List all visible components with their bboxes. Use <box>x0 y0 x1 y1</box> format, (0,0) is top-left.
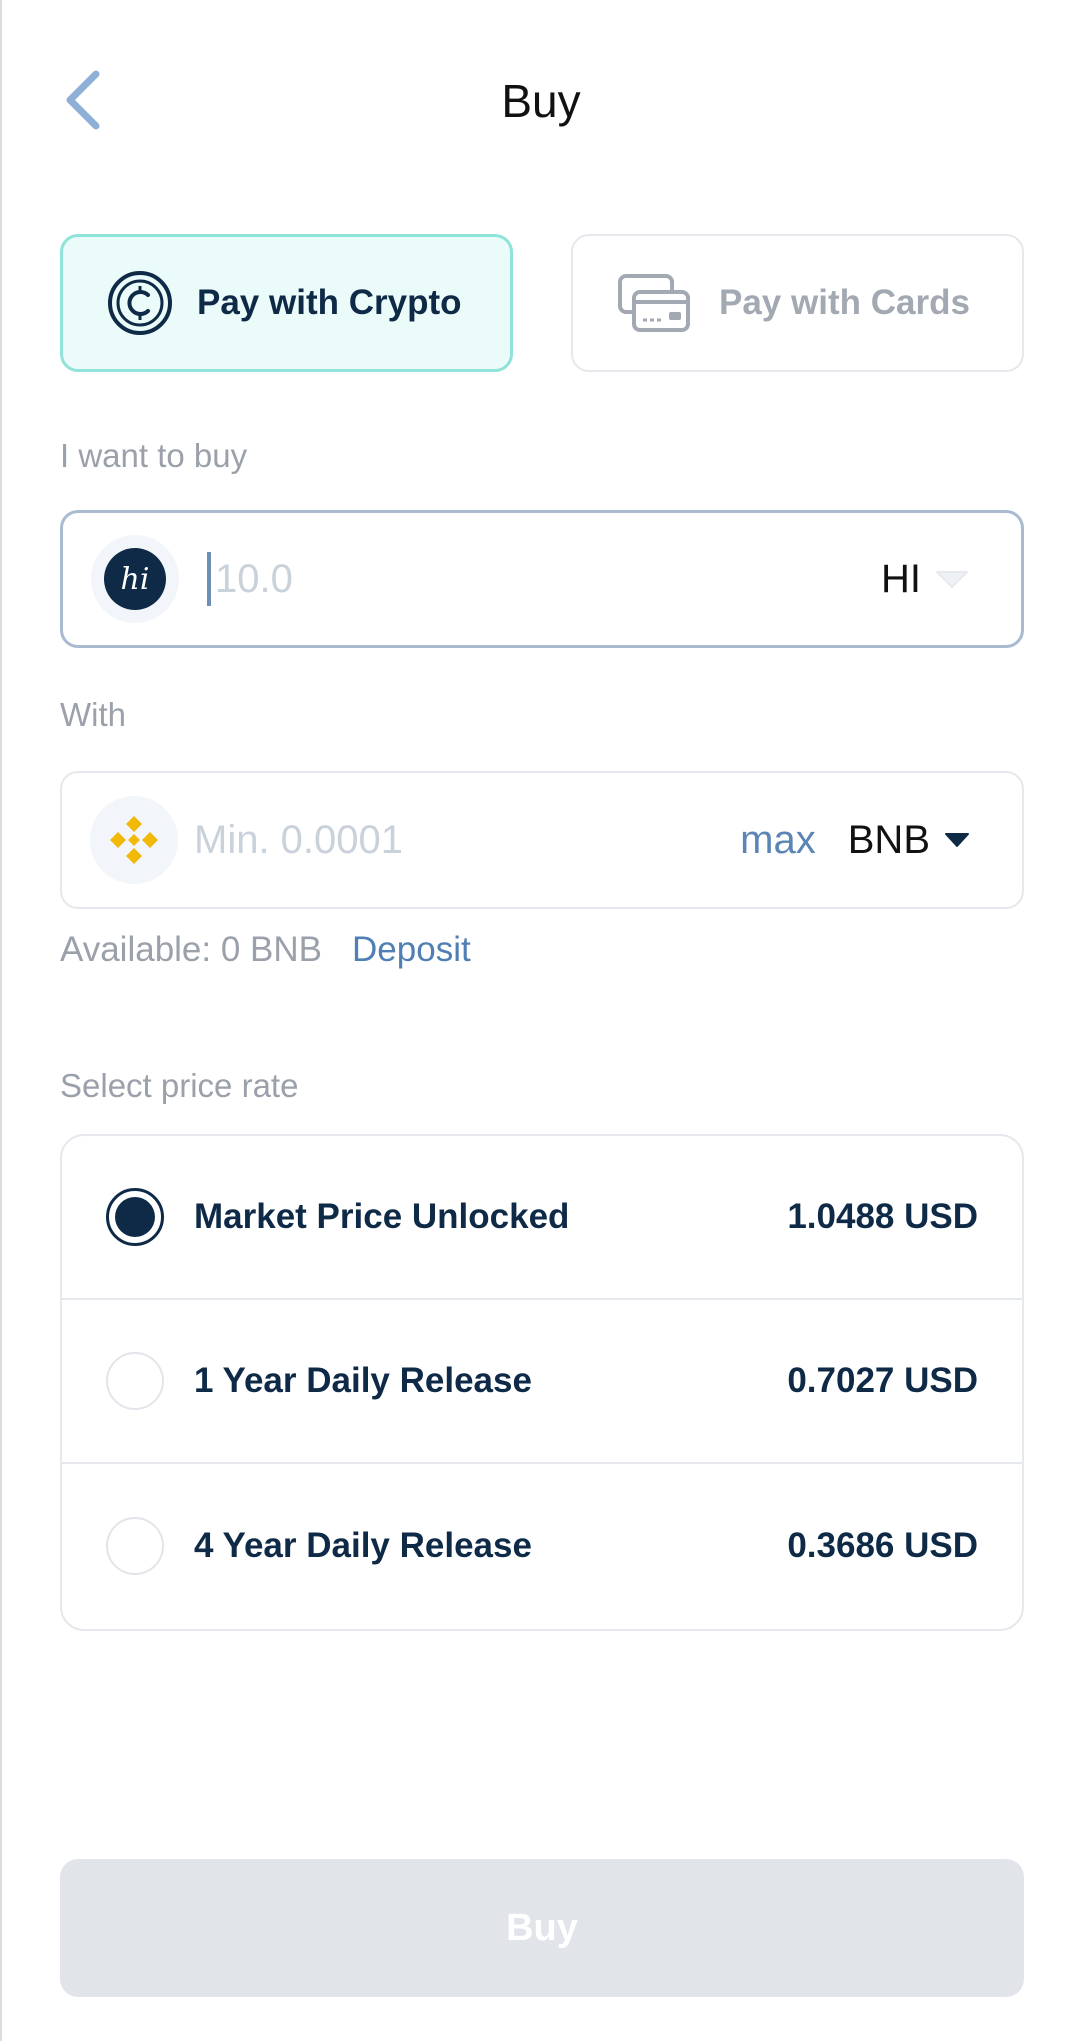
with-label: With <box>60 696 126 733</box>
buy-token-selector[interactable]: HI <box>881 557 969 602</box>
pay-token-selector[interactable]: BNB <box>848 818 970 863</box>
rate-option-price: 0.7027 USD <box>787 1361 978 1400</box>
rate-option-name: 4 Year Daily Release <box>194 1526 532 1565</box>
available-balance-row: Available: 0 BNB Deposit <box>60 930 471 970</box>
bnb-logo-icon <box>110 816 158 864</box>
buy-token-symbol: HI <box>881 556 921 601</box>
crypto-coin-icon <box>107 270 173 336</box>
price-rate-option-1-year[interactable]: 1 Year Daily Release 0.7027 USD <box>62 1300 1022 1464</box>
max-button[interactable]: max <box>740 818 816 863</box>
hi-token-logo: hi <box>104 548 166 610</box>
price-rate-label: Select price rate <box>60 1067 299 1104</box>
bnb-token-badge <box>90 796 178 884</box>
tab-pay-with-crypto-label: Pay with Crypto <box>197 283 462 322</box>
price-rate-option-market[interactable]: Market Price Unlocked 1.0488 USD <box>62 1136 1022 1300</box>
caret-down-icon <box>936 571 968 588</box>
page-title: Buy <box>501 75 581 127</box>
pay-amount-field[interactable]: max BNB <box>60 771 1024 909</box>
tab-pay-with-cards[interactable]: Pay with Cards <box>571 234 1024 372</box>
buy-amount-field[interactable]: hi HI <box>60 510 1024 648</box>
rate-option-price: 0.3686 USD <box>787 1526 978 1565</box>
caret-down-icon <box>945 833 969 847</box>
radio-button[interactable] <box>106 1517 164 1575</box>
rate-option-name: Market Price Unlocked <box>194 1197 570 1236</box>
rate-option-name: 1 Year Daily Release <box>194 1361 532 1400</box>
deposit-link[interactable]: Deposit <box>352 930 471 970</box>
price-rate-list: Market Price Unlocked 1.0488 USD 1 Year … <box>60 1134 1024 1631</box>
text-cursor <box>207 552 211 606</box>
price-rate-option-4-year[interactable]: 4 Year Daily Release 0.3686 USD <box>62 1464 1022 1628</box>
pay-amount-input[interactable] <box>194 817 741 863</box>
buy-screen: Buy Pay with Crypto Pay with Cards I wan… <box>0 0 1080 2041</box>
pay-token-symbol: BNB <box>847 817 930 862</box>
radio-button-selected[interactable] <box>106 1188 164 1246</box>
tab-pay-with-crypto[interactable]: Pay with Crypto <box>60 234 513 372</box>
buy-amount-label: I want to buy <box>60 437 248 474</box>
tab-pay-with-cards-label: Pay with Cards <box>719 283 970 322</box>
buy-amount-input[interactable] <box>215 556 881 602</box>
credit-cards-icon <box>617 270 691 336</box>
hi-token-badge: hi <box>91 535 179 623</box>
radio-button[interactable] <box>106 1352 164 1410</box>
radio-dot <box>115 1197 155 1237</box>
available-balance: Available: 0 BNB <box>60 930 323 969</box>
buy-button[interactable]: Buy <box>60 1859 1024 1997</box>
rate-option-price: 1.0488 USD <box>787 1197 978 1236</box>
